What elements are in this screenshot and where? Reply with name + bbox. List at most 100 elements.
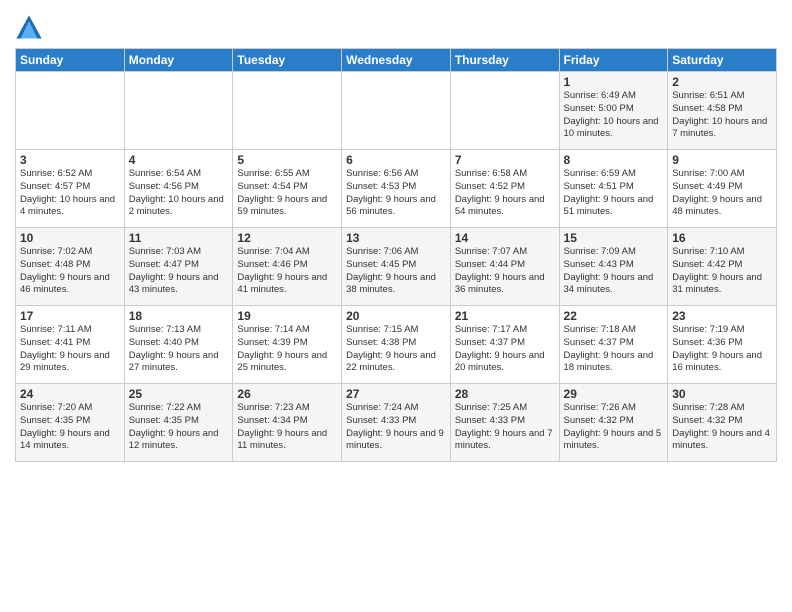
day-number: 11 [129, 231, 229, 245]
day-info: Sunset: 4:37 PM [564, 337, 664, 350]
day-info: Sunset: 4:40 PM [129, 337, 229, 350]
day-info: Sunrise: 7:09 AM [564, 246, 664, 259]
day-info: Sunset: 4:44 PM [455, 259, 555, 272]
day-info: Sunrise: 7:20 AM [20, 402, 120, 415]
day-info: Daylight: 10 hours and 7 minutes. [672, 116, 772, 142]
day-info: Daylight: 9 hours and 4 minutes. [672, 428, 772, 454]
day-info: Daylight: 9 hours and 5 minutes. [564, 428, 664, 454]
day-info: Sunset: 4:43 PM [564, 259, 664, 272]
day-info: Daylight: 9 hours and 22 minutes. [346, 350, 446, 376]
day-info: Sunset: 4:54 PM [237, 181, 337, 194]
calendar-cell: 20Sunrise: 7:15 AMSunset: 4:38 PMDayligh… [342, 306, 451, 384]
day-info: Sunset: 4:38 PM [346, 337, 446, 350]
calendar-cell: 8Sunrise: 6:59 AMSunset: 4:51 PMDaylight… [559, 150, 668, 228]
day-info: Daylight: 9 hours and 54 minutes. [455, 194, 555, 220]
day-info: Daylight: 9 hours and 25 minutes. [237, 350, 337, 376]
logo [15, 14, 46, 42]
calendar-cell: 1Sunrise: 6:49 AMSunset: 5:00 PMDaylight… [559, 72, 668, 150]
day-number: 21 [455, 309, 555, 323]
calendar-cell: 28Sunrise: 7:25 AMSunset: 4:33 PMDayligh… [450, 384, 559, 462]
calendar-cell: 7Sunrise: 6:58 AMSunset: 4:52 PMDaylight… [450, 150, 559, 228]
calendar-cell: 12Sunrise: 7:04 AMSunset: 4:46 PMDayligh… [233, 228, 342, 306]
day-info: Sunset: 4:58 PM [672, 103, 772, 116]
day-number: 17 [20, 309, 120, 323]
day-info: Sunrise: 7:22 AM [129, 402, 229, 415]
day-info: Sunset: 4:56 PM [129, 181, 229, 194]
day-number: 1 [564, 75, 664, 89]
page: SundayMondayTuesdayWednesdayThursdayFrid… [0, 0, 792, 612]
day-info: Sunrise: 7:11 AM [20, 324, 120, 337]
day-info: Sunrise: 7:19 AM [672, 324, 772, 337]
day-info: Sunrise: 6:49 AM [564, 90, 664, 103]
day-info: Sunset: 4:49 PM [672, 181, 772, 194]
day-info: Sunrise: 7:24 AM [346, 402, 446, 415]
col-header-tuesday: Tuesday [233, 49, 342, 72]
day-info: Sunset: 5:00 PM [564, 103, 664, 116]
day-info: Daylight: 9 hours and 41 minutes. [237, 272, 337, 298]
day-info: Sunrise: 7:06 AM [346, 246, 446, 259]
day-info: Sunrise: 7:04 AM [237, 246, 337, 259]
day-info: Sunset: 4:32 PM [672, 415, 772, 428]
day-info: Daylight: 9 hours and 36 minutes. [455, 272, 555, 298]
calendar-cell: 14Sunrise: 7:07 AMSunset: 4:44 PMDayligh… [450, 228, 559, 306]
calendar-cell: 23Sunrise: 7:19 AMSunset: 4:36 PMDayligh… [668, 306, 777, 384]
calendar-cell: 2Sunrise: 6:51 AMSunset: 4:58 PMDaylight… [668, 72, 777, 150]
day-info: Daylight: 9 hours and 31 minutes. [672, 272, 772, 298]
day-info: Daylight: 10 hours and 4 minutes. [20, 194, 120, 220]
day-info: Sunrise: 6:54 AM [129, 168, 229, 181]
day-number: 25 [129, 387, 229, 401]
day-info: Sunset: 4:52 PM [455, 181, 555, 194]
calendar-cell: 3Sunrise: 6:52 AMSunset: 4:57 PMDaylight… [16, 150, 125, 228]
calendar-cell: 5Sunrise: 6:55 AMSunset: 4:54 PMDaylight… [233, 150, 342, 228]
day-info: Sunrise: 6:58 AM [455, 168, 555, 181]
day-number: 6 [346, 153, 446, 167]
calendar-cell: 22Sunrise: 7:18 AMSunset: 4:37 PMDayligh… [559, 306, 668, 384]
day-number: 3 [20, 153, 120, 167]
col-header-saturday: Saturday [668, 49, 777, 72]
calendar-cell: 15Sunrise: 7:09 AMSunset: 4:43 PMDayligh… [559, 228, 668, 306]
day-info: Sunset: 4:47 PM [129, 259, 229, 272]
day-number: 12 [237, 231, 337, 245]
day-info: Daylight: 9 hours and 46 minutes. [20, 272, 120, 298]
day-info: Daylight: 9 hours and 56 minutes. [346, 194, 446, 220]
day-number: 20 [346, 309, 446, 323]
day-info: Sunset: 4:51 PM [564, 181, 664, 194]
calendar-cell: 13Sunrise: 7:06 AMSunset: 4:45 PMDayligh… [342, 228, 451, 306]
day-number: 7 [455, 153, 555, 167]
day-info: Sunset: 4:46 PM [237, 259, 337, 272]
day-info: Daylight: 9 hours and 51 minutes. [564, 194, 664, 220]
calendar-cell: 21Sunrise: 7:17 AMSunset: 4:37 PMDayligh… [450, 306, 559, 384]
calendar-cell: 27Sunrise: 7:24 AMSunset: 4:33 PMDayligh… [342, 384, 451, 462]
calendar-cell: 16Sunrise: 7:10 AMSunset: 4:42 PMDayligh… [668, 228, 777, 306]
day-info: Daylight: 9 hours and 48 minutes. [672, 194, 772, 220]
calendar-cell [342, 72, 451, 150]
day-number: 9 [672, 153, 772, 167]
day-info: Sunrise: 6:51 AM [672, 90, 772, 103]
day-info: Sunset: 4:39 PM [237, 337, 337, 350]
day-info: Daylight: 9 hours and 29 minutes. [20, 350, 120, 376]
day-info: Daylight: 9 hours and 16 minutes. [672, 350, 772, 376]
day-number: 5 [237, 153, 337, 167]
calendar-cell: 24Sunrise: 7:20 AMSunset: 4:35 PMDayligh… [16, 384, 125, 462]
day-info: Sunrise: 7:23 AM [237, 402, 337, 415]
day-info: Sunset: 4:53 PM [346, 181, 446, 194]
day-info: Daylight: 9 hours and 59 minutes. [237, 194, 337, 220]
day-info: Daylight: 9 hours and 34 minutes. [564, 272, 664, 298]
day-info: Daylight: 9 hours and 38 minutes. [346, 272, 446, 298]
calendar-cell [450, 72, 559, 150]
day-info: Daylight: 9 hours and 20 minutes. [455, 350, 555, 376]
day-info: Daylight: 9 hours and 14 minutes. [20, 428, 120, 454]
day-info: Sunset: 4:34 PM [237, 415, 337, 428]
calendar-cell: 25Sunrise: 7:22 AMSunset: 4:35 PMDayligh… [124, 384, 233, 462]
day-info: Daylight: 9 hours and 43 minutes. [129, 272, 229, 298]
day-info: Sunset: 4:33 PM [455, 415, 555, 428]
day-info: Sunrise: 7:10 AM [672, 246, 772, 259]
day-info: Daylight: 9 hours and 27 minutes. [129, 350, 229, 376]
day-info: Sunrise: 6:55 AM [237, 168, 337, 181]
day-number: 2 [672, 75, 772, 89]
day-info: Daylight: 9 hours and 11 minutes. [237, 428, 337, 454]
calendar-table: SundayMondayTuesdayWednesdayThursdayFrid… [15, 48, 777, 462]
day-info: Sunrise: 7:15 AM [346, 324, 446, 337]
day-number: 22 [564, 309, 664, 323]
day-info: Sunset: 4:45 PM [346, 259, 446, 272]
